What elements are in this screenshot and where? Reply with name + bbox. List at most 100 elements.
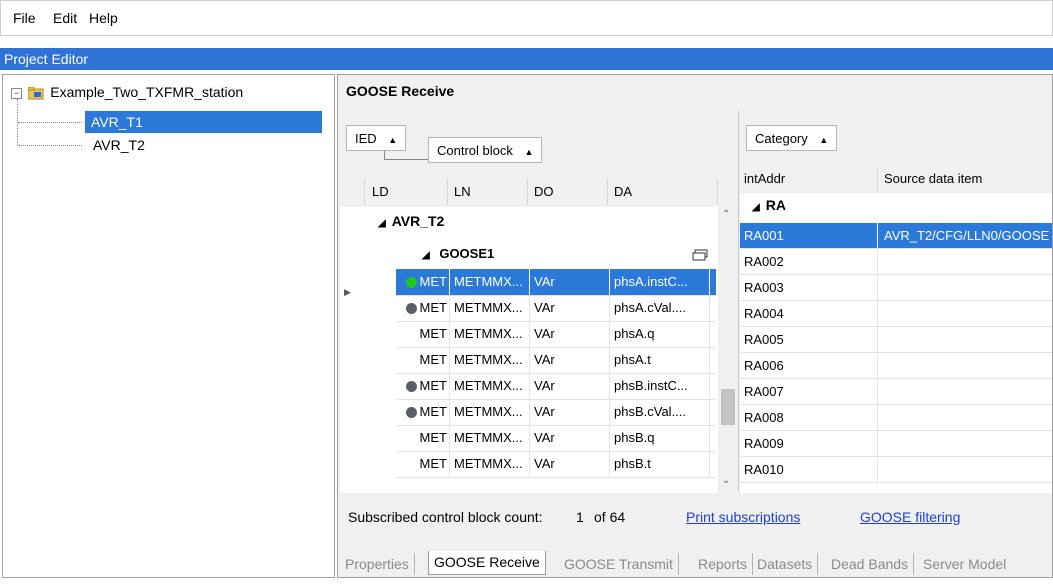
scroll-up-icon[interactable]: ⌃ [722,209,730,220]
table-row[interactable]: RA002 [740,249,1052,275]
cell-text: MET [419,404,447,419]
table-row[interactable]: MET METMMX... VAr phsA.q [396,321,716,348]
table-row[interactable]: RA008 [740,405,1052,431]
table-row[interactable]: RA001 AVR_T2/CFG/LLN0/GOOSE [740,223,1052,249]
tree-root-node[interactable]: − Example_Two_TXFMR_station [11,83,243,101]
cell-text: phsA.cVal.... [614,300,687,315]
cell-text: MET [419,456,447,471]
table-row[interactable]: RA007 [740,379,1052,405]
group-chip-label: Control block [437,143,513,158]
subscription-grid-body: ◢ AVR_T2 ◢ GOOSE1 ▶ MET METMMX... VAr phsA.i… [340,207,738,495]
column-header-da[interactable]: DA [608,179,718,205]
panel-title: GOOSE Receive [346,83,455,99]
cell-source [878,431,1052,456]
tab-datasets[interactable]: Datasets [752,553,819,575]
menu-file[interactable]: File [13,10,36,26]
cell-text: phsB.instC... [614,378,688,393]
cell-source [878,249,1052,274]
scrollbar-thumb[interactable] [721,389,735,425]
cell-text: VAr [534,300,555,315]
scroll-down-icon[interactable]: ⌄ [722,475,730,486]
cell-text: MET [419,274,447,289]
cell-text: MET [419,352,447,367]
column-header-do[interactable]: DO [528,179,608,205]
cell-do: VAr [530,373,610,399]
grid-footer: Subscribed control block count: 1 of 64 … [340,493,1052,541]
tab-reports[interactable]: Reports [693,553,754,575]
cell-source [878,457,1052,482]
subscribed-count-total: of 64 [594,509,626,525]
cell-text: VAr [534,274,555,289]
group-connector [384,159,428,160]
tab-bar: Properties GOOSE Receive GOOSE Transmit … [338,547,1053,577]
group-chip-ied[interactable]: IED ▲ [346,125,407,151]
cell-text: VAr [534,430,555,445]
tab-properties[interactable]: Properties [340,553,415,575]
column-header-intaddr[interactable]: intAddr [740,167,878,191]
cell-do: VAr [530,347,610,373]
tab-goose-receive[interactable]: GOOSE Receive [428,551,546,575]
menu-help[interactable]: Help [89,10,118,26]
table-row[interactable]: RA010 [740,457,1052,483]
goose-receive-panel: GOOSE Receive IED ▲ Control block ▲ LD L… [337,74,1053,578]
table-row[interactable]: MET METMMX... VAr phsA.cVal.... [396,295,716,322]
tree-item-avr-t1[interactable]: AVR_T1 [85,111,322,133]
table-row[interactable]: MET METMMX... VAr phsA.t [396,347,716,374]
group-row-category[interactable]: ◢ RA [752,197,786,213]
cell-text: VAr [534,456,555,471]
group-chip-category[interactable]: Category ▲ [746,125,838,151]
status-inactive-icon [405,303,417,315]
table-row[interactable]: RA005 [740,327,1052,353]
table-row[interactable]: MET METMMX... VAr phsB.t [396,451,716,478]
column-header-ld[interactable]: LD [366,179,448,205]
tab-server-model[interactable]: Server Model [918,553,1011,575]
table-row[interactable]: RA009 [740,431,1052,457]
group-row-label: AVR_T2 [391,213,445,229]
print-subscriptions-link[interactable]: Print subscriptions [686,509,800,525]
current-row-indicator-icon: ▶ [344,287,351,297]
cell-do: VAr [530,399,610,425]
table-row[interactable]: MET METMMX... VAr phsB.q [396,425,716,452]
cell-text: VAr [534,404,555,419]
cell-text: phsA.instC... [614,274,688,289]
group-row-ied[interactable]: ◢ AVR_T2 [378,213,444,229]
details-icon[interactable] [692,241,708,267]
cell-text: VAr [534,352,555,367]
goose-filtering-link[interactable]: GOOSE filtering [860,509,960,525]
collapse-icon[interactable]: − [11,88,22,100]
group-row-control-block[interactable]: ◢ GOOSE1 [396,241,716,267]
tab-dead-bands[interactable]: Dead Bands [826,553,915,575]
cell-text: METMMX... [454,404,523,419]
group-row-label: RA [765,197,786,213]
table-row[interactable]: MET METMMX... VAr phsB.cVal.... [396,399,716,426]
project-editor-title: Project Editor [0,48,1053,70]
cell-source: AVR_T2/CFG/LLN0/GOOSE [884,228,1050,243]
cell-da: phsA.cVal.... [610,295,710,321]
cell-ln: METMMX... [450,347,530,373]
cell-do: VAr [530,269,610,295]
cell-text: METMMX... [454,326,523,341]
collapse-triangle-icon: ◢ [378,218,386,229]
column-header-source[interactable]: Source data item [878,167,1052,191]
group-chip-control-block[interactable]: Control block ▲ [428,137,543,163]
table-row[interactable]: MET METMMX... VAr phsA.instC... [396,269,716,296]
cell-do: VAr [530,425,610,451]
table-row[interactable]: RA006 [740,353,1052,379]
vertical-scrollbar[interactable]: ⌃ ⌄ [718,207,738,495]
subscribed-count-label: Subscribed control block count: [348,509,543,525]
cell-source [878,301,1052,326]
table-row[interactable]: RA003 [740,275,1052,301]
cell-intaddr: RA001 [740,223,878,248]
cell-ln: METMMX... [450,321,530,347]
cell-text: phsA.t [614,352,651,367]
cell-text: phsB.q [614,430,655,445]
menu-edit[interactable]: Edit [53,10,77,26]
cell-do: VAr [530,451,610,477]
tab-goose-transmit[interactable]: GOOSE Transmit [559,553,679,575]
cell-source [878,353,1052,378]
table-row[interactable]: MET METMMX... VAr phsB.instC... [396,373,716,400]
cell-ln: METMMX... [450,269,530,295]
tree-item-avr-t2[interactable]: AVR_T2 [89,134,149,156]
table-row[interactable]: RA004 [740,301,1052,327]
column-header-ln[interactable]: LN [448,179,528,205]
